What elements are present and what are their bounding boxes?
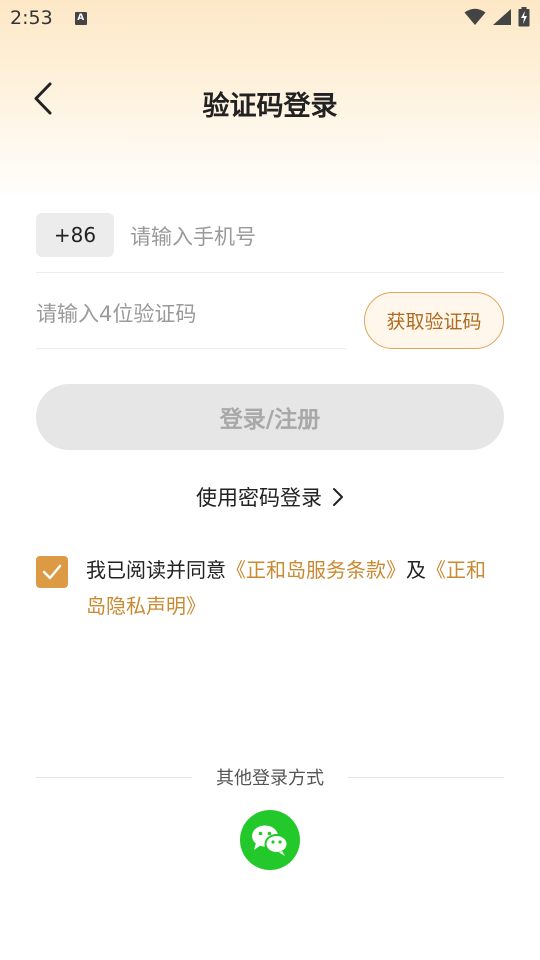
divider-right [348,777,504,778]
wechat-login-button[interactable] [240,810,300,870]
wechat-icon [252,825,289,856]
status-icons [464,7,530,27]
phone-row: +86 [36,213,504,273]
password-login-link[interactable]: 使用密码登录 [0,482,540,512]
country-code-selector[interactable]: +86 [36,213,114,257]
get-code-button[interactable]: 获取验证码 [364,292,504,349]
chevron-right-icon [333,488,343,506]
agreement-checkbox[interactable] [36,556,68,588]
nav-bar: 验证码登录 [0,70,540,134]
password-login-label: 使用密码登录 [196,486,322,510]
wifi-icon [464,8,486,25]
agreement-conjunction: 及 [406,558,426,582]
verification-code-input[interactable] [36,294,346,334]
agreement-prefix: 我已阅读并同意 [86,558,226,582]
phone-input[interactable] [130,217,490,257]
status-time: 2:53 [10,7,53,29]
terms-link[interactable]: 《正和岛服务条款》 [226,558,406,582]
other-login-divider: 其他登录方式 [36,764,504,792]
agreement-text: 我已阅读并同意《正和岛服务条款》及《正和岛隐私声明》 [86,552,496,624]
login-register-button[interactable]: 登录/注册 [36,384,504,450]
code-row [36,290,346,349]
page-title: 验证码登录 [202,91,338,122]
status-bar: 2:53 A [0,0,540,36]
notification-a-icon: A [74,11,87,25]
signal-icon [493,9,511,25]
battery-charging-icon [518,7,530,27]
checkmark-icon [42,564,62,580]
